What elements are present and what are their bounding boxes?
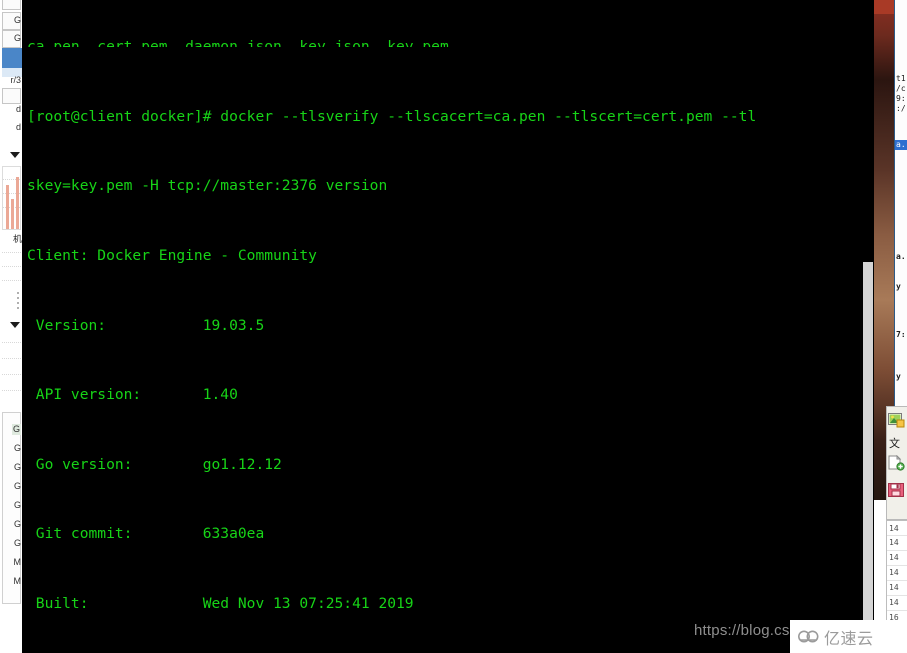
left-size-value: G [13,462,21,472]
site-logo: 亿速云 [790,620,907,653]
left-size-value: G [11,424,21,435]
terminal-line-command: [root@client docker]# docker --tlsverify… [27,107,757,125]
logo-text: 亿速云 [824,628,874,648]
chevron-down-icon[interactable] [10,322,20,328]
left-size-value: M [13,576,22,586]
cloud-icon [798,629,820,644]
watermark-url: https://blog.csd [694,622,799,639]
left-size-value: G [13,500,21,510]
left-background-window[interactable]: G G r/3 d d 机 G G G G G G G M M [0,0,23,653]
right-text-fragment: 9: [896,94,906,103]
right-highlight-text: a. [896,140,906,149]
terminal-line: Git commit: 633a0ea [27,525,265,543]
list-item: 14 [889,568,899,577]
right-text-fragment: 7: [896,330,906,339]
screen-root: G G r/3 d d 机 G G G G G G G M M ca.pen c… [0,0,907,653]
list-item: 14 [889,598,899,607]
left-cell-value: r/3 [10,75,21,85]
list-item: 14 [889,553,899,562]
right-text-fragment: :/ [896,104,906,113]
chart-bar [6,185,9,229]
terminal-line: Version: 19.03.5 [27,316,265,334]
right-toolbar[interactable]: 文 [886,406,907,520]
left-cell-value: G [13,15,21,25]
left-cell-box [2,88,21,104]
terminal-line: ca.pen cert.pem daemon.json key.json key… [27,38,449,48]
chevron-down-icon[interactable] [10,152,20,158]
image-icon[interactable] [888,413,905,428]
right-text-fragment: /c [896,84,906,93]
chart-bar [11,199,14,229]
chart-bar [16,177,19,229]
terminal-line: Go version: go1.12.12 [27,455,282,473]
new-document-icon[interactable] [888,455,905,471]
terminal-window[interactable]: ca.pen cert.pem daemon.json key.json key… [22,0,874,641]
left-mini-chart [2,166,21,230]
left-selected-row[interactable] [2,48,22,68]
text-file-icon[interactable]: 文 [889,435,900,451]
right-text-fragment: t1 [896,74,906,83]
terminal-line: API version: 1.40 [27,386,238,404]
terminal-bottom-fill [22,641,874,653]
list-item: 14 [889,524,899,533]
right-text-fragment: a. [896,252,906,261]
terminal-scrollbar-thumb[interactable] [863,262,873,635]
terminal-line: Client: Docker Engine - Community [27,247,317,264]
list-item: 14 [889,538,899,547]
terminal-output: ca.pen cert.pem daemon.json key.json key… [27,0,874,641]
right-app-window[interactable]: t1 /c 9: :/ a. a. y 7: y [894,0,907,412]
left-cell-box [2,0,21,10]
left-size-value: G [13,519,21,529]
terminal-line: Built: Wed Nov 13 07:25:41 2019 [27,594,414,612]
left-size-value: G [13,538,21,548]
right-text-fragment: y [896,282,901,291]
window-titlebar-strip [874,0,894,14]
right-data-list[interactable]: 14 14 14 14 14 14 16 [886,520,907,634]
terminal-line-command: skey=key.pem -H tcp://master:2376 versio… [27,177,388,195]
left-cell-value: G [13,33,21,43]
right-background-window[interactable]: t1 /c 9: :/ a. a. y 7: y 文 14 14 14 14 1… [874,0,907,653]
list-item: 14 [889,583,899,592]
left-size-value: M [13,557,22,567]
right-text-fragment: y [896,372,901,381]
left-size-value: G [13,481,21,491]
left-cell-value: d [15,104,21,114]
save-icon[interactable] [888,483,905,498]
left-cell-value: d [15,122,21,132]
terminal-scrollbar[interactable] [862,0,874,641]
left-size-value: G [13,443,21,453]
left-cn-label: 机 [12,235,22,245]
